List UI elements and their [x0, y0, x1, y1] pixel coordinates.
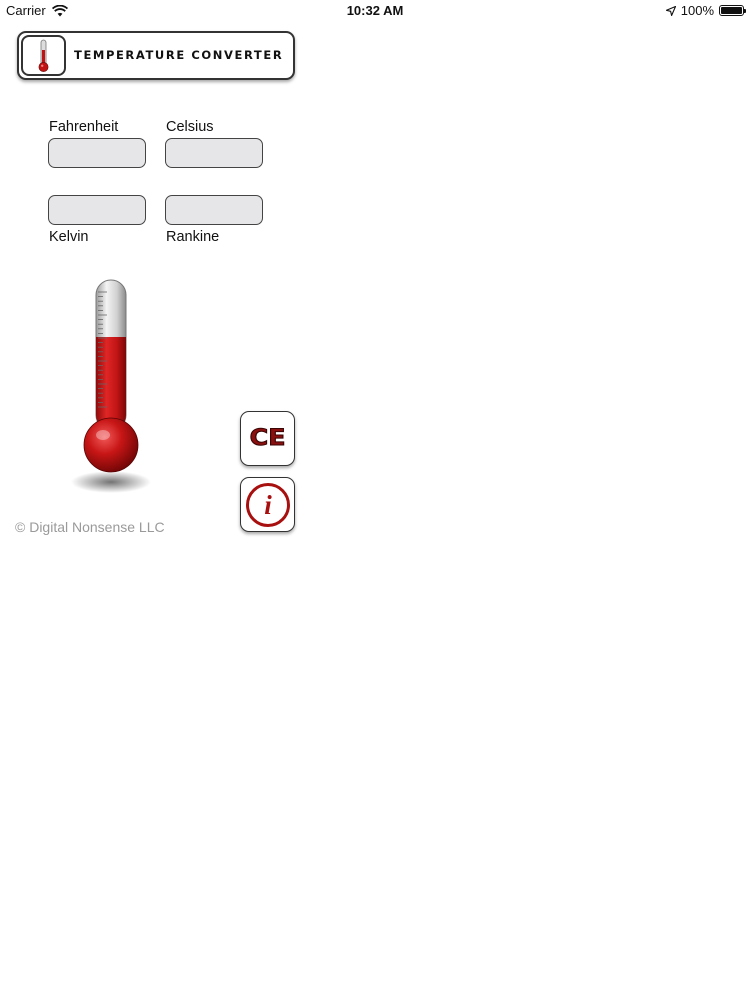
thermometer-graphic: [71, 279, 151, 493]
header-icon-box: [21, 35, 66, 76]
clear-entry-label: CE: [249, 426, 286, 452]
rankine-field[interactable]: [165, 195, 263, 225]
battery-icon: [719, 5, 746, 16]
celsius-field[interactable]: [165, 138, 263, 168]
thermometer-icon: [38, 39, 49, 72]
thermometer-bulb: [83, 417, 139, 473]
location-arrow-icon: [665, 5, 676, 16]
status-bar: Carrier 10:32 AM 100%: [0, 0, 750, 20]
clear-entry-button[interactable]: CE: [240, 411, 295, 466]
battery-fill: [721, 7, 742, 14]
kelvin-field[interactable]: [48, 195, 146, 225]
app-header: TEMPERATURE CONVERTER: [17, 31, 295, 80]
status-right-group: 100%: [665, 3, 746, 18]
celsius-label: Celsius: [166, 119, 214, 135]
info-label: i: [264, 490, 272, 520]
battery-percent: 100%: [680, 3, 714, 18]
fahrenheit-field[interactable]: [48, 138, 146, 168]
app-title: TEMPERATURE CONVERTER: [74, 48, 284, 62]
info-icon: i: [245, 482, 290, 527]
copyright-text: © Digital Nonsense LLC: [15, 519, 165, 535]
info-button[interactable]: i: [240, 477, 295, 532]
fahrenheit-label: Fahrenheit: [49, 119, 119, 135]
status-time: 10:32 AM: [346, 3, 404, 18]
thermometer-shadow: [71, 471, 151, 493]
kelvin-label: Kelvin: [49, 229, 89, 245]
rankine-label: Rankine: [166, 229, 220, 245]
